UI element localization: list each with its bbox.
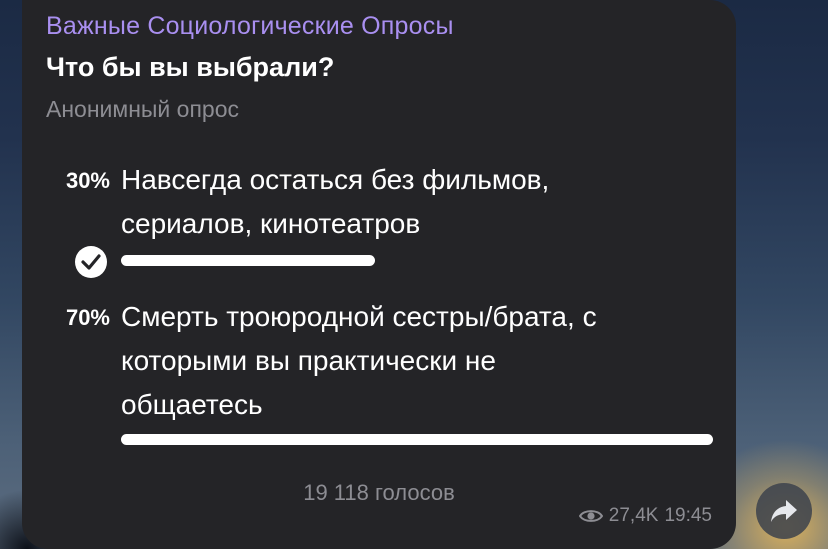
option-1-line: сериалов, кинотеатров [121,208,421,239]
share-arrow-icon [771,500,797,522]
message-meta: 27,4K 19:45 [578,505,712,527]
option-2-bar [121,434,713,445]
option-1-bar [121,255,375,266]
option-2-line: общаетесь [121,389,263,420]
message-time: 19:45 [664,505,712,526]
option-2-percent: 70% [65,305,110,330]
view-count: 27,4K [608,505,659,526]
option-2-line: Смерть троюродной сестры/брата, с [121,301,597,332]
vote-count[interactable]: 19 118 голосов [22,480,736,506]
share-button[interactable] [756,483,812,539]
option-2-text[interactable]: Смерть троюродной сестры/брата, с которы… [121,295,721,427]
poll-question: Что бы вы выбрали? [46,52,335,82]
option-1-text[interactable]: Навсегда остаться без фильмов, сериалов,… [121,158,721,246]
eye-icon [578,510,603,522]
poll-type: Анонимный опрос [46,96,239,122]
option-2-line: которыми вы практически не [121,345,496,376]
checkmark-icon [75,246,107,278]
option-1-percent: 30% [65,168,110,193]
option-1-line: Навсегда остаться без фильмов, [121,164,550,195]
channel-name[interactable]: Важные Социологические Опросы [46,12,454,41]
